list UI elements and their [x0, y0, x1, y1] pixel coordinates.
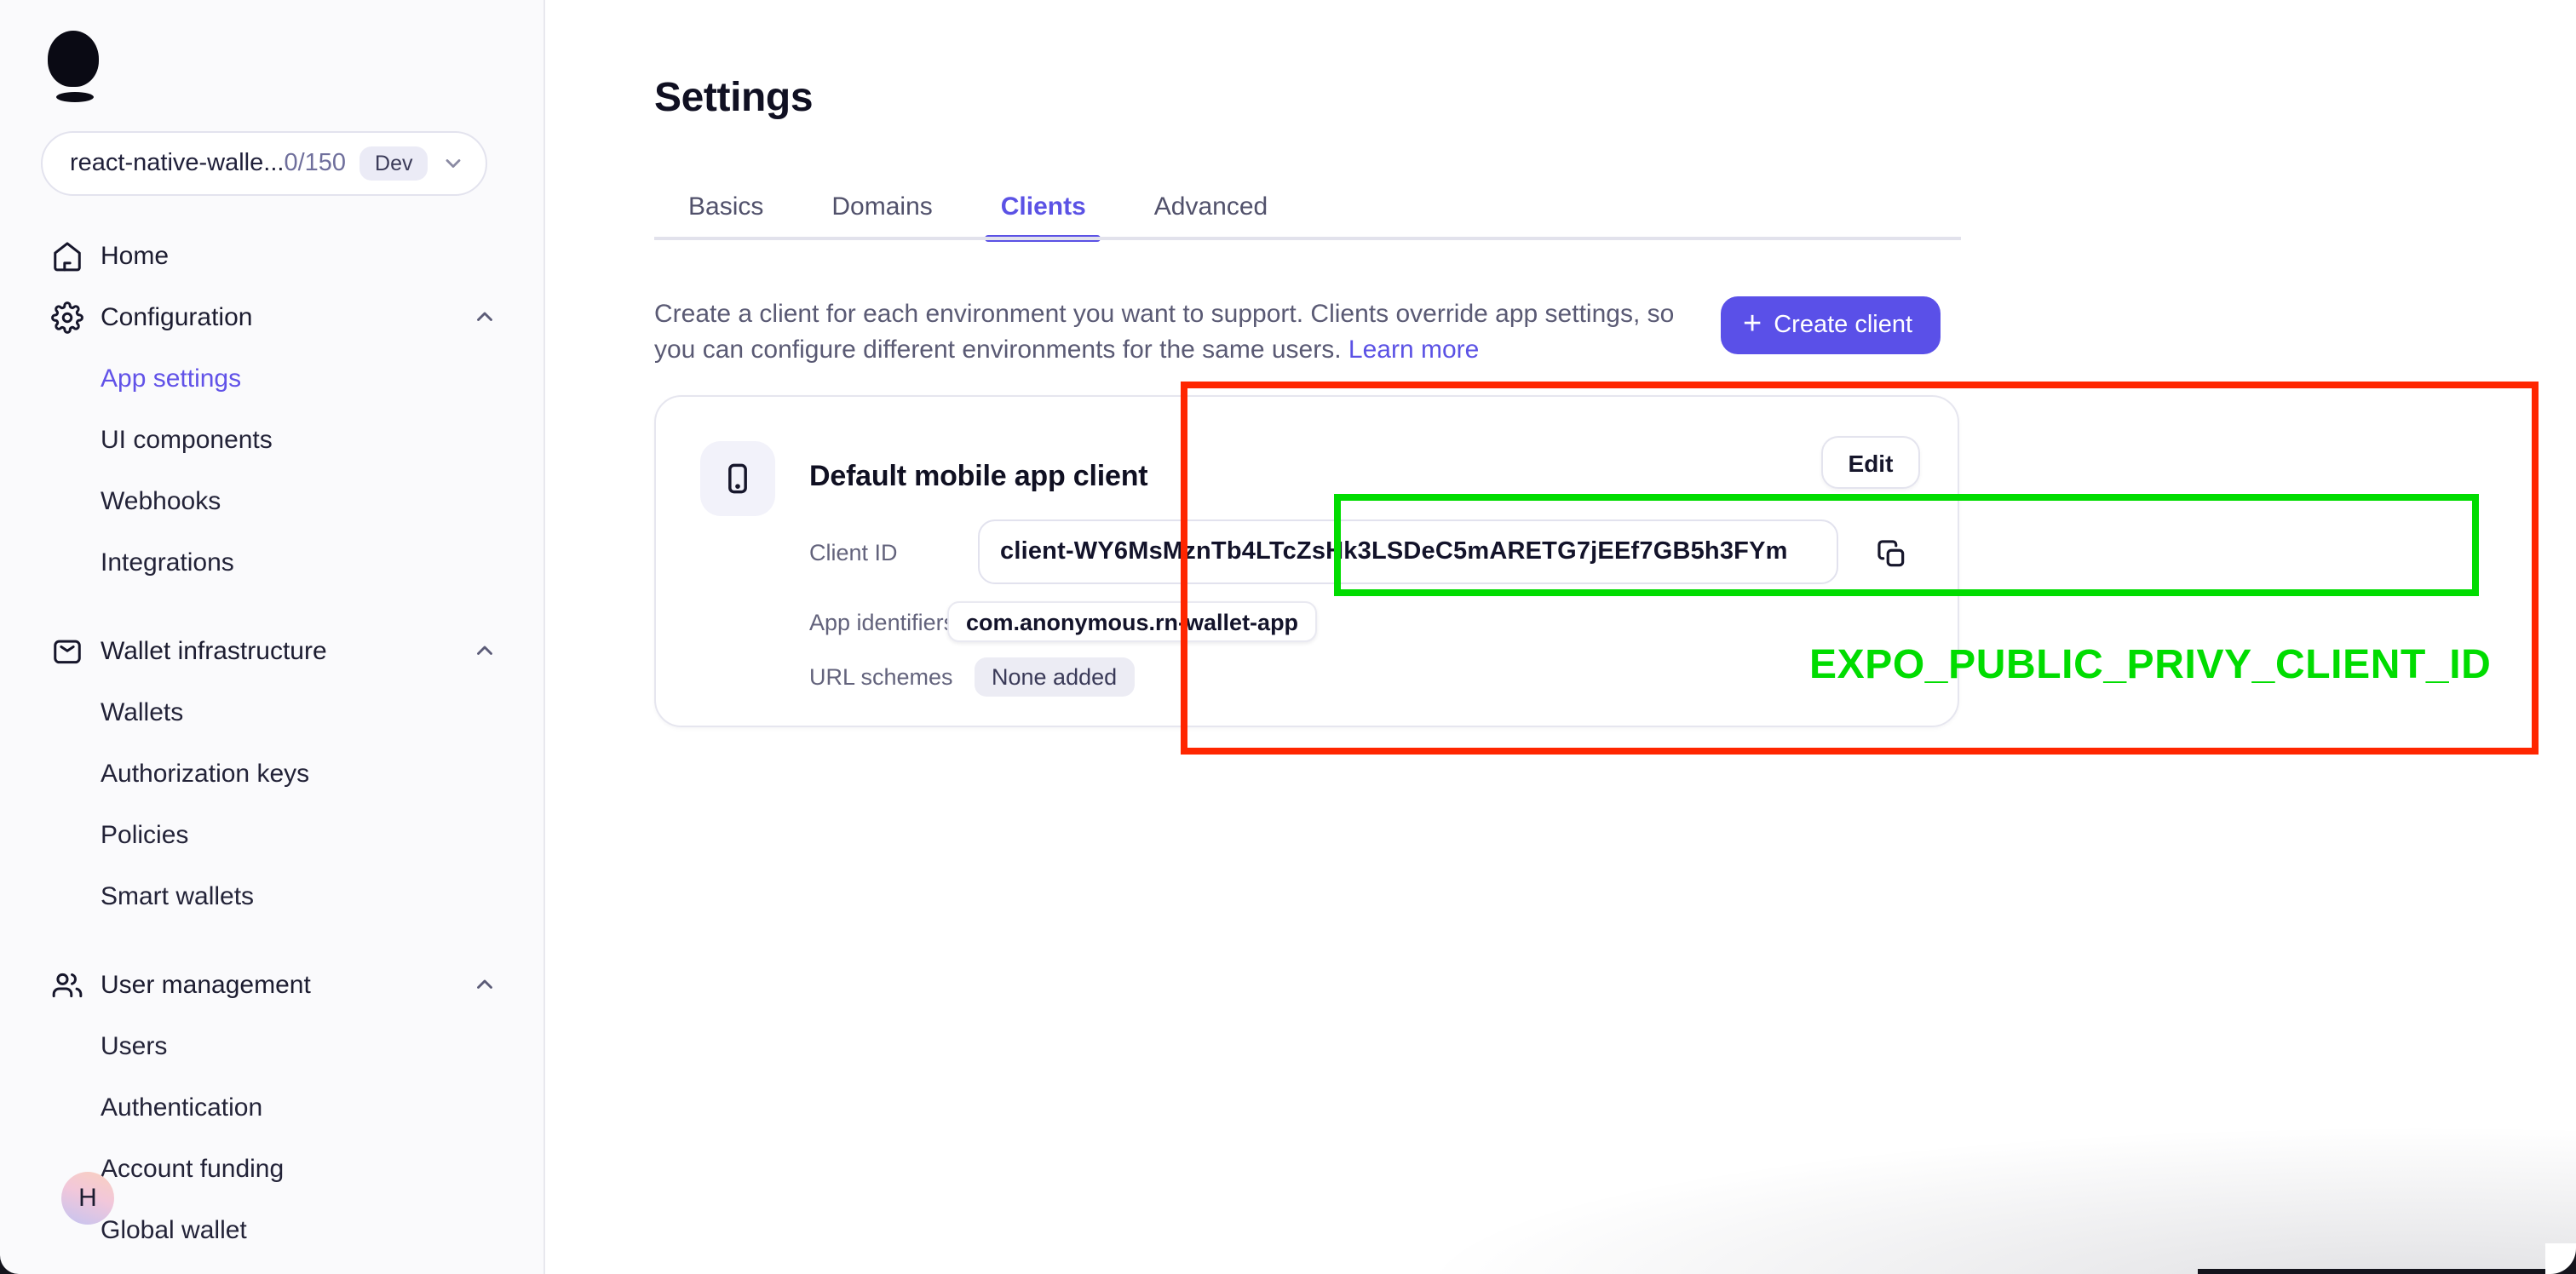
url-schemes-label: URL schemes — [809, 664, 953, 690]
create-client-label: Create client — [1774, 312, 1912, 339]
create-client-button[interactable]: + Create client — [1721, 296, 1940, 354]
client-card: Default mobile app client Edit Client ID… — [654, 395, 1959, 727]
annotation-env-var-label: EXPO_PUBLIC_PRIVY_CLIENT_ID — [1809, 642, 2479, 690]
sidebar-item-smart-wallets[interactable]: Smart wallets — [0, 865, 545, 927]
app-identifier-chip: com.anonymous.rn-wallet-app — [947, 601, 1317, 642]
chevron-up-icon — [472, 304, 497, 330]
environment-badge: Dev — [359, 146, 428, 181]
sidebar-item-users[interactable]: Users — [0, 1015, 545, 1076]
sidebar-item-app-settings[interactable]: App settings — [0, 347, 545, 409]
tab-basics[interactable]: Basics — [654, 175, 797, 237]
sidebar-item-authorization-keys[interactable]: Authorization keys — [0, 743, 545, 804]
sidebar-section-wallet-infrastructure[interactable]: Wallet infrastructure — [0, 620, 545, 681]
tab-domains[interactable]: Domains — [797, 175, 966, 237]
sidebar-item-authentication[interactable]: Authentication — [0, 1076, 545, 1138]
corner-mask — [2545, 1243, 2576, 1274]
sidebar-item-policies[interactable]: Policies — [0, 804, 545, 865]
app-identifiers-label: App identifiers — [809, 610, 955, 635]
client-card-title: Default mobile app client — [809, 460, 1147, 494]
mobile-client-icon-tile — [700, 441, 775, 516]
edit-button[interactable]: Edit — [1821, 436, 1920, 489]
sidebar-item-wallets[interactable]: Wallets — [0, 681, 545, 743]
learn-more-link[interactable]: Learn more — [1348, 336, 1479, 364]
plus-icon: + — [1743, 307, 1762, 340]
home-icon — [51, 238, 85, 273]
clients-description: Create a client for each environment you… — [654, 296, 1707, 368]
sidebar-section-label: User management — [101, 970, 311, 999]
tabbar-divider — [654, 237, 1961, 239]
sidebar-section-label: Configuration — [101, 302, 252, 331]
chevron-up-icon — [472, 638, 497, 663]
main-content: Settings Basics Domains Clients Advanced… — [545, 0, 2576, 1274]
chevron-down-icon — [441, 152, 465, 175]
client-id-input[interactable] — [978, 519, 1838, 584]
project-name: react-native-walle... — [70, 150, 284, 177]
privy-logo — [48, 31, 102, 106]
smartphone-icon — [719, 460, 756, 497]
sidebar-item-integrations[interactable]: Integrations — [0, 531, 545, 593]
corner-mask — [0, 1252, 22, 1274]
sidebar-item-label: Home — [101, 241, 169, 270]
user-avatar[interactable]: H — [61, 1172, 114, 1225]
tab-clients[interactable]: Clients — [967, 175, 1120, 237]
sidebar-item-ui-components[interactable]: UI components — [0, 409, 545, 470]
copy-icon[interactable] — [1872, 535, 1910, 572]
sidebar-section-user-management[interactable]: User management — [0, 954, 545, 1015]
sidebar-item-webhooks[interactable]: Webhooks — [0, 470, 545, 531]
sidebar-section-configuration[interactable]: Configuration — [0, 286, 545, 347]
app-window: react-native-walle... 0/150 Dev Home Con… — [0, 0, 2576, 1274]
privy-logo-base — [56, 92, 94, 102]
nav-section-gap — [0, 927, 545, 954]
url-schemes-chip: None added — [975, 657, 1134, 697]
wallet-icon — [51, 634, 85, 668]
sidebar: react-native-walle... 0/150 Dev Home Con… — [0, 0, 545, 1274]
sidebar-section-label: Wallet infrastructure — [101, 636, 327, 665]
settings-tabbar: Basics Domains Clients Advanced — [654, 175, 1302, 237]
sidebar-nav: Home Configuration App settings UI compo… — [0, 225, 545, 1260]
users-icon — [51, 967, 85, 1001]
gear-icon — [51, 300, 85, 334]
page-title: Settings — [654, 75, 813, 123]
tab-advanced[interactable]: Advanced — [1120, 175, 1302, 237]
client-id-label: Client ID — [809, 540, 898, 565]
privy-logo-mark — [48, 31, 99, 87]
project-usage: 0/150 — [284, 150, 346, 177]
chevron-up-icon — [472, 972, 497, 997]
nav-section-gap — [0, 593, 545, 620]
bottom-left-screen-corner — [0, 1252, 22, 1274]
sidebar-item-home[interactable]: Home — [0, 225, 545, 286]
bottom-edge-strip — [2198, 1268, 2576, 1274]
description-text: Create a client for each environment you… — [654, 300, 1674, 364]
bottom-right-screen-corner — [2545, 1243, 2576, 1274]
project-selector[interactable]: react-native-walle... 0/150 Dev — [41, 131, 487, 196]
